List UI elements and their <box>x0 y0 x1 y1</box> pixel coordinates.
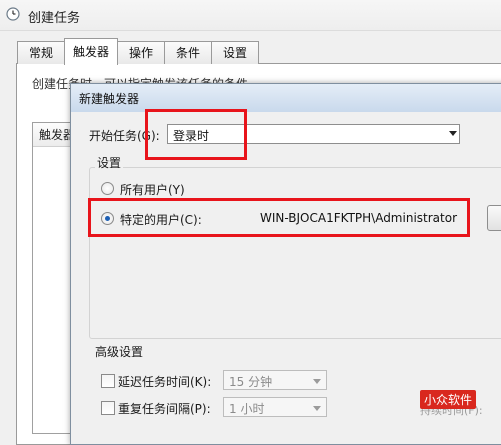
dialog-title: 新建触发器 <box>79 92 140 106</box>
delay-task-label[interactable]: 延迟任务时间(K): <box>118 373 211 390</box>
delay-task-checkbox[interactable] <box>101 374 115 388</box>
repeat-task-label[interactable]: 重复任务间隔(P): <box>118 400 211 417</box>
advanced-settings-label: 高级设置 <box>95 345 144 359</box>
tab-triggers[interactable]: 触发器 <box>64 38 118 65</box>
clock-icon <box>6 7 20 21</box>
repeat-task-combo[interactable]: 1 小时 <box>223 397 327 417</box>
radio-all-users[interactable] <box>101 182 114 195</box>
highlight-box-start-task <box>145 109 247 160</box>
tab-settings[interactable]: 设置 <box>211 41 259 64</box>
delay-task-combo[interactable]: 15 分钟 <box>223 370 327 390</box>
outer-window-title: 创建任务 <box>28 11 81 26</box>
highlight-box-specific-user <box>88 198 470 237</box>
tab-conditions[interactable]: 条件 <box>164 41 212 64</box>
delay-task-value: 15 分钟 <box>229 375 273 389</box>
radio-all-users-label[interactable]: 所有用户(Y) <box>120 181 185 198</box>
tab-actions[interactable]: 操作 <box>117 41 165 64</box>
watermark-logo: 小众软件 <box>420 390 477 409</box>
chevron-down-icon <box>313 379 321 384</box>
repeat-task-value: 1 小时 <box>229 402 265 416</box>
tab-general[interactable]: 常规 <box>17 41 65 64</box>
chevron-down-icon[interactable] <box>449 131 457 136</box>
chevron-down-icon <box>313 406 321 411</box>
repeat-task-checkbox[interactable] <box>101 401 115 415</box>
settings-group-label: 设置 <box>95 154 124 171</box>
change-user-button[interactable] <box>487 205 501 231</box>
